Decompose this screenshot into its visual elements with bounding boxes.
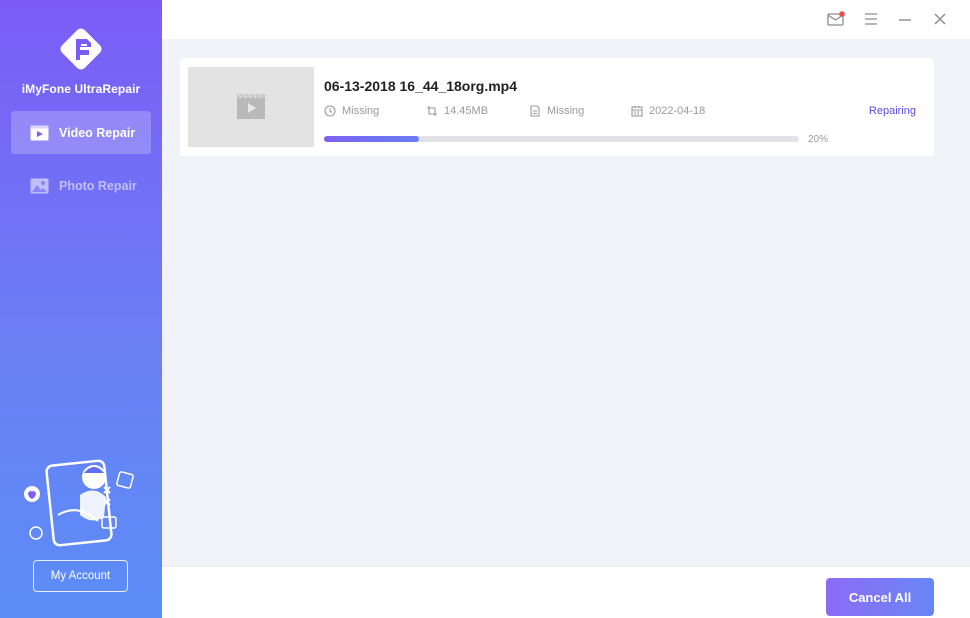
illustration-image (22, 455, 140, 550)
progress-fill (324, 136, 419, 142)
video-icon (30, 125, 49, 141)
app-logo-icon (55, 23, 107, 75)
mail-icon[interactable] (826, 9, 846, 29)
size-field: 14.45MB (426, 105, 488, 117)
footer: Cancel All (162, 566, 970, 618)
sidebar-item-label: Video Repair (59, 125, 136, 140)
resolution-field: Missing (529, 105, 584, 117)
status-label: Repairing (868, 105, 916, 117)
close-icon[interactable] (930, 9, 950, 29)
calendar-icon (631, 106, 643, 117)
duration-field: Missing (324, 105, 379, 117)
file-icon (530, 105, 540, 117)
sidebar-item-photo-repair[interactable]: Photo Repair (11, 164, 151, 207)
sidebar-item-video-repair[interactable]: Video Repair (11, 111, 151, 154)
file-name: 06-13-2018 16_44_18org.mp4 (324, 78, 518, 94)
resolution-value: Missing (547, 105, 585, 117)
duration-value: Missing (342, 105, 380, 117)
date-field: 2022-04-18 (631, 105, 705, 117)
title-bar (162, 0, 970, 39)
app-name: iMyFone UltraRepair (21, 82, 141, 96)
cancel-all-button[interactable]: Cancel All (826, 578, 934, 616)
video-placeholder-icon (237, 93, 265, 119)
sidebar: iMyFone UltraRepair Video Repair Photo R… (0, 0, 162, 618)
sidebar-item-label: Photo Repair (59, 178, 137, 193)
file-card: 06-13-2018 16_44_18org.mp4 Missing 14.45… (180, 58, 934, 156)
date-value: 2022-04-18 (649, 105, 706, 117)
progress-bar (324, 136, 799, 142)
main-content: 06-13-2018 16_44_18org.mp4 Missing 14.45… (162, 39, 970, 566)
clock-icon (324, 105, 336, 117)
size-icon (427, 106, 437, 116)
video-thumbnail (188, 67, 314, 147)
my-account-button[interactable]: My Account (33, 560, 128, 592)
minimize-icon[interactable] (895, 9, 915, 29)
menu-icon[interactable] (861, 9, 881, 29)
size-value: 14.45MB (444, 105, 489, 117)
progress-percent: 20% (808, 134, 829, 145)
photo-icon (30, 178, 49, 194)
